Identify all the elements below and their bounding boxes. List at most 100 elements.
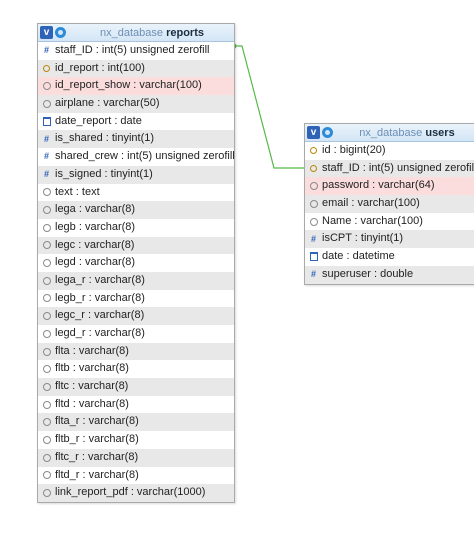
field-row[interactable]: date_report : date [38, 113, 234, 131]
text-icon [42, 329, 51, 338]
field-label: id : bigint(20) [322, 144, 386, 156]
hash-icon: # [310, 233, 316, 244]
text-icon [309, 182, 318, 191]
field-label: legb_r : varchar(8) [55, 291, 145, 304]
field-row[interactable]: id_report : int(100) [38, 59, 234, 78]
field-label: legd : varchar(8) [55, 256, 136, 269]
text-icon [42, 400, 51, 409]
text-icon [42, 382, 51, 391]
field-label: fltb : varchar(8) [55, 362, 129, 375]
field-row[interactable]: fltd : varchar(8) [38, 396, 234, 414]
field-row[interactable]: fltb : varchar(8) [38, 360, 234, 378]
field-label: Name : varchar(100) [322, 214, 423, 227]
field-row[interactable]: link_report_pdf : varchar(1000) [38, 484, 234, 502]
field-row[interactable]: id : bigint(20) [305, 142, 474, 160]
field-row[interactable]: # isCPT : tinyint(1) [305, 230, 474, 249]
collapse-toggle-icon[interactable]: v [307, 126, 320, 139]
field-row[interactable]: id_report_show : varchar(100) [38, 77, 234, 96]
field-row[interactable]: staff_ID : int(5) unsigned zerofill [305, 159, 474, 178]
hash-icon: # [43, 45, 49, 56]
field-label: fltd_r : varchar(8) [55, 468, 139, 481]
text-icon [42, 294, 51, 303]
field-row[interactable]: # is_shared : tinyint(1) [38, 130, 234, 149]
field-row[interactable]: legb : varchar(8) [38, 219, 234, 237]
key-icon [309, 164, 318, 173]
field-row[interactable]: password : varchar(64) [305, 177, 474, 196]
field-label: legd_r : varchar(8) [55, 327, 145, 339]
field-row[interactable]: airplane : varchar(50) [38, 95, 234, 113]
field-label: date : datetime [322, 250, 395, 263]
field-row[interactable]: fltb_r : varchar(8) [38, 431, 234, 449]
field-label: link_report_pdf : varchar(1000) [55, 486, 206, 499]
field-row[interactable]: email : varchar(100) [305, 195, 474, 213]
relation-line [233, 45, 304, 169]
key-icon [42, 64, 51, 73]
text-icon [42, 223, 51, 232]
collapse-toggle-icon[interactable]: v [40, 26, 53, 39]
field-row[interactable]: fltd_r : varchar(8) [38, 467, 234, 485]
field-label: fltd : varchar(8) [55, 397, 129, 410]
field-row[interactable]: flta : varchar(8) [38, 342, 234, 361]
field-row[interactable]: date : datetime [305, 248, 474, 266]
field-row[interactable]: legc : varchar(8) [38, 236, 234, 255]
field-label: text : text [55, 185, 100, 198]
text-icon [42, 453, 51, 462]
date-icon [42, 117, 51, 126]
field-label: is_signed : tinyint(1) [55, 167, 153, 180]
field-label: date_report : date [55, 114, 142, 127]
hash-icon: # [43, 133, 49, 144]
reports-field-list: # staff_ID : int(5) unsigned zerofill id_r… [38, 42, 234, 502]
database-name: nx_database [359, 126, 423, 139]
users-table[interactable]: v nx_database users id : bigint(20) staff… [304, 123, 474, 285]
field-row[interactable]: legd_r : varchar(8) [38, 325, 234, 343]
field-row[interactable]: legb_r : varchar(8) [38, 290, 234, 308]
database-name: nx_database [100, 26, 164, 39]
text-icon [42, 206, 51, 215]
field-label: is_shared : tinyint(1) [55, 132, 155, 145]
field-label: airplane : varchar(50) [55, 97, 160, 110]
reports-table-header[interactable]: v nx_database reports [38, 24, 234, 42]
table-name: reports [166, 26, 204, 39]
date-icon [309, 252, 318, 261]
field-row[interactable]: lega_r : varchar(8) [38, 271, 234, 290]
field-row[interactable]: text : text [38, 184, 234, 202]
field-row[interactable]: # staff_ID : int(5) unsigned zerofill [38, 42, 234, 60]
field-label: shared_crew : int(5) unsigned zerofill [55, 150, 234, 163]
hash-icon: # [43, 151, 49, 162]
field-row[interactable]: lega : varchar(8) [38, 201, 234, 219]
settings-gear-icon[interactable] [322, 127, 333, 138]
text-icon [42, 347, 51, 356]
field-label: flta : varchar(8) [55, 344, 129, 357]
field-label: fltb_r : varchar(8) [55, 433, 139, 446]
table-title: nx_database users [337, 127, 474, 139]
text-icon [42, 259, 51, 268]
field-label: flta_r : varchar(8) [55, 415, 139, 428]
field-row[interactable]: # superuser : double [305, 265, 474, 284]
text-icon [309, 199, 318, 208]
field-row[interactable]: legd : varchar(8) [38, 254, 234, 272]
field-label: email : varchar(100) [322, 197, 420, 210]
field-label: isCPT : tinyint(1) [322, 232, 404, 245]
settings-gear-icon[interactable] [55, 27, 66, 38]
field-row[interactable]: flta_r : varchar(8) [38, 413, 234, 432]
table-title: nx_database reports [70, 27, 234, 39]
field-label: lega : varchar(8) [55, 203, 136, 216]
field-row[interactable]: fltc_r : varchar(8) [38, 448, 234, 467]
field-label: lega_r : varchar(8) [55, 273, 145, 286]
text-icon [42, 99, 51, 108]
field-label: legc : varchar(8) [55, 238, 135, 251]
field-label: staff_ID : int(5) unsigned zerofill [55, 44, 210, 56]
field-label: fltc_r : varchar(8) [55, 450, 139, 463]
users-table-header[interactable]: v nx_database users [305, 124, 474, 142]
text-icon [42, 471, 51, 480]
text-icon [42, 435, 51, 444]
field-row[interactable]: fltc : varchar(8) [38, 378, 234, 396]
field-label: id_report_show : varchar(100) [55, 79, 202, 92]
field-row[interactable]: # shared_crew : int(5) unsigned zerofill [38, 148, 234, 166]
field-row[interactable]: # is_signed : tinyint(1) [38, 165, 234, 184]
hash-icon: # [310, 269, 316, 280]
field-label: id_report : int(100) [55, 61, 145, 74]
reports-table[interactable]: v nx_database reports # staff_ID : int(5)… [37, 23, 235, 503]
field-row[interactable]: legc_r : varchar(8) [38, 307, 234, 325]
field-row[interactable]: Name : varchar(100) [305, 213, 474, 231]
